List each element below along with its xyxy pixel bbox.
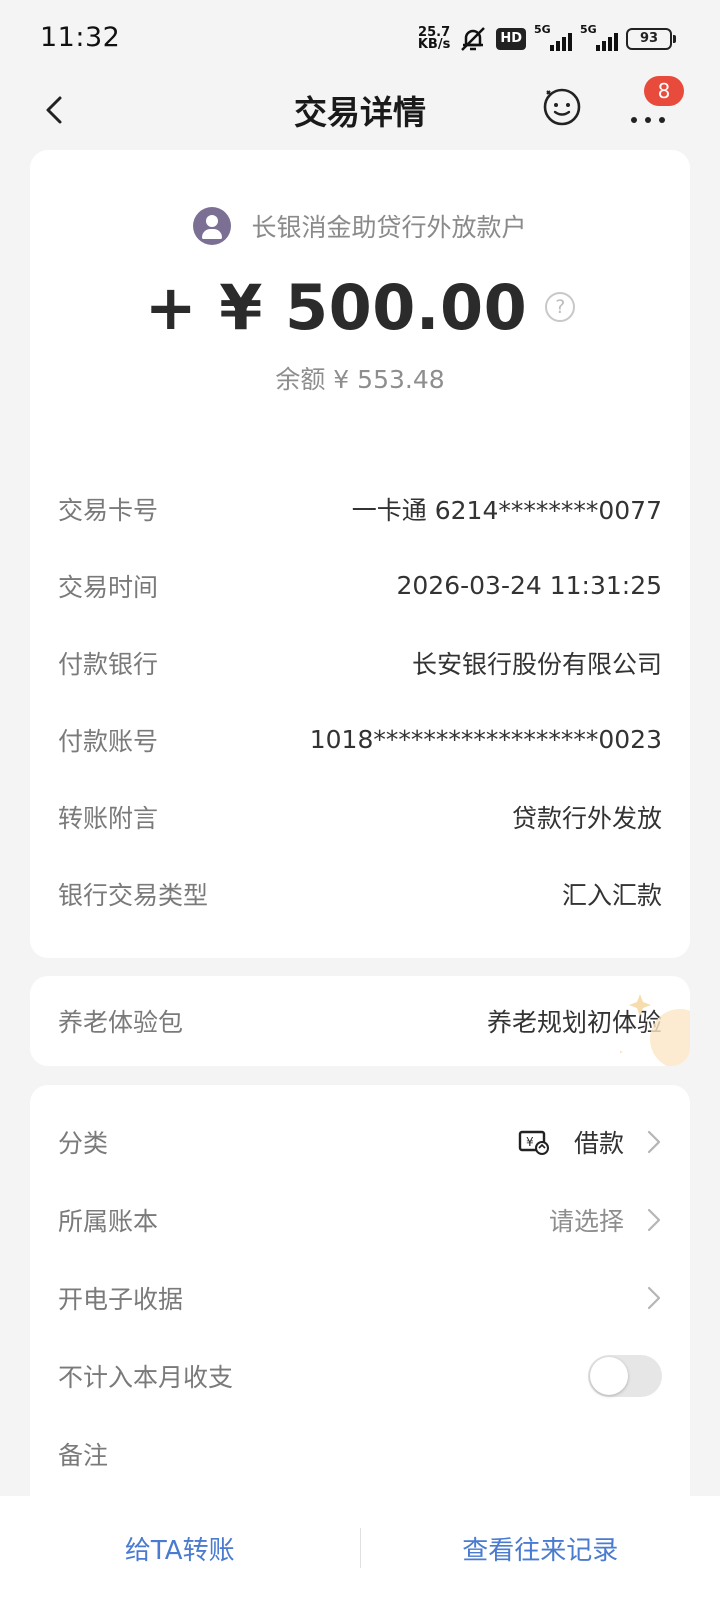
receipt-row[interactable]: 开电子收据 [58,1259,662,1337]
detail-list: 交易卡号 一卡通 6214********0077 交易时间 2026-03-2… [58,470,662,932]
detail-value: 2026-03-24 11:31:25 [396,571,662,600]
status-icons: 25.7 KB/s HD 5G 5G 93 [417,23,676,54]
signal-sim2-icon: 5G [580,23,618,51]
detail-value: 1018******************0023 [309,725,662,754]
balance-text: 余额 ¥ 553.48 [275,365,445,394]
detail-label: 付款账号 [58,726,159,756]
ledger-label: 所属账本 [58,1207,159,1236]
mute-bell-icon [461,27,486,51]
exclude-label: 不计入本月收支 [58,1363,234,1392]
sim2-label: 5G [580,23,597,36]
bottom-action-bar: 给TA转账 查看往来记录 [0,1496,720,1600]
detail-row-time: 交易时间 2026-03-24 11:31:25 [58,547,662,624]
note-row[interactable]: 备注 [58,1415,662,1493]
transaction-amount: + ¥ 500.00 [144,270,528,344]
pension-label: 养老体验包 [58,1008,184,1037]
detail-row-payer-bank: 付款银行 长安银行股份有限公司 [58,624,662,701]
detail-label: 交易卡号 [58,495,159,525]
network-speed-unit: KB/s [417,37,451,52]
sim1-label: 5G [534,23,551,36]
detail-label: 转账附言 [58,803,159,833]
svg-text:¥: ¥ [526,1135,534,1149]
category-value-group: ¥ 借款 [518,1124,624,1160]
category-list: 分类 ¥ 借款 所属账本 请选择 开电子收据 不计入本月收支 备注 [58,1103,662,1493]
battery-icon: 93 [626,28,676,50]
transaction-card: 长银消金助贷行外放款户 + ¥ 500.00 ? 余额 ¥ 553.48 交易卡… [30,150,690,958]
detail-value: 一卡通 6214********0077 [351,495,662,525]
network-speed: 25.7 KB/s [417,26,451,52]
notification-badge: 8 [644,76,684,106]
category-value: 借款 [573,1129,624,1158]
detail-row-remark: 转账附言 贷款行外发放 [58,778,662,855]
detail-value: 贷款行外发放 [511,803,662,833]
loan-icon: ¥ [518,1130,549,1155]
detail-row-card: 交易卡号 一卡通 6214********0077 [58,470,662,547]
note-label: 备注 [58,1441,109,1470]
detail-value: 长安银行股份有限公司 [411,649,662,679]
sparkle-coin-icon [620,994,690,1066]
status-bar: 11:32 25.7 KB/s HD 5G 5G 93 [0,0,720,80]
chevron-right-icon [647,1208,661,1232]
category-label: 分类 [58,1129,109,1158]
ledger-placeholder: 请选择 [548,1207,624,1236]
status-time: 11:32 [40,22,121,53]
category-right: ¥ 借款 [518,1124,662,1160]
customer-service-icon[interactable] [542,86,582,126]
ledger-row[interactable]: 所属账本 请选择 [58,1181,662,1259]
receipt-label: 开电子收据 [58,1285,184,1314]
detail-row-type: 银行交易类型 汇入汇款 [58,855,662,932]
toggle-knob [590,1357,628,1395]
exclude-row: 不计入本月收支 [58,1337,662,1415]
detail-label: 交易时间 [58,572,159,602]
avatar [193,207,232,245]
exclude-toggle[interactable] [588,1355,662,1397]
chevron-right-icon [647,1130,661,1154]
signal-sim1-icon: 5G [534,23,572,51]
page-title: 交易详情 [294,93,426,132]
pension-row[interactable]: 养老体验包 养老规划初体验 [58,976,662,1066]
category-row[interactable]: 分类 ¥ 借款 [58,1103,662,1181]
category-card: 分类 ¥ 借款 所属账本 请选择 开电子收据 不计入本月收支 备注 [30,1085,690,1515]
transfer-button[interactable]: 给TA转账 [0,1530,360,1567]
detail-label: 付款银行 [58,649,159,679]
chevron-right-icon [647,1286,661,1310]
ledger-right: 请选择 [549,1202,662,1238]
help-icon[interactable]: ? [545,292,576,322]
amount-row: + ¥ 500.00 ? [30,262,690,352]
detail-row-payer-account: 付款账号 1018******************0023 [58,701,662,778]
nav-bar: 交易详情 [0,78,720,142]
receipt-right [646,1284,662,1312]
pension-card[interactable]: 养老体验包 养老规划初体验 [30,976,690,1066]
detail-label: 银行交易类型 [58,880,209,910]
detail-value: 汇入汇款 [561,880,662,910]
payee-row: 长银消金助贷行外放款户 [30,204,690,248]
hd-badge: HD [496,28,526,50]
payee-name: 长银消金助贷行外放款户 [251,213,527,242]
history-button[interactable]: 查看往来记录 [361,1530,720,1567]
